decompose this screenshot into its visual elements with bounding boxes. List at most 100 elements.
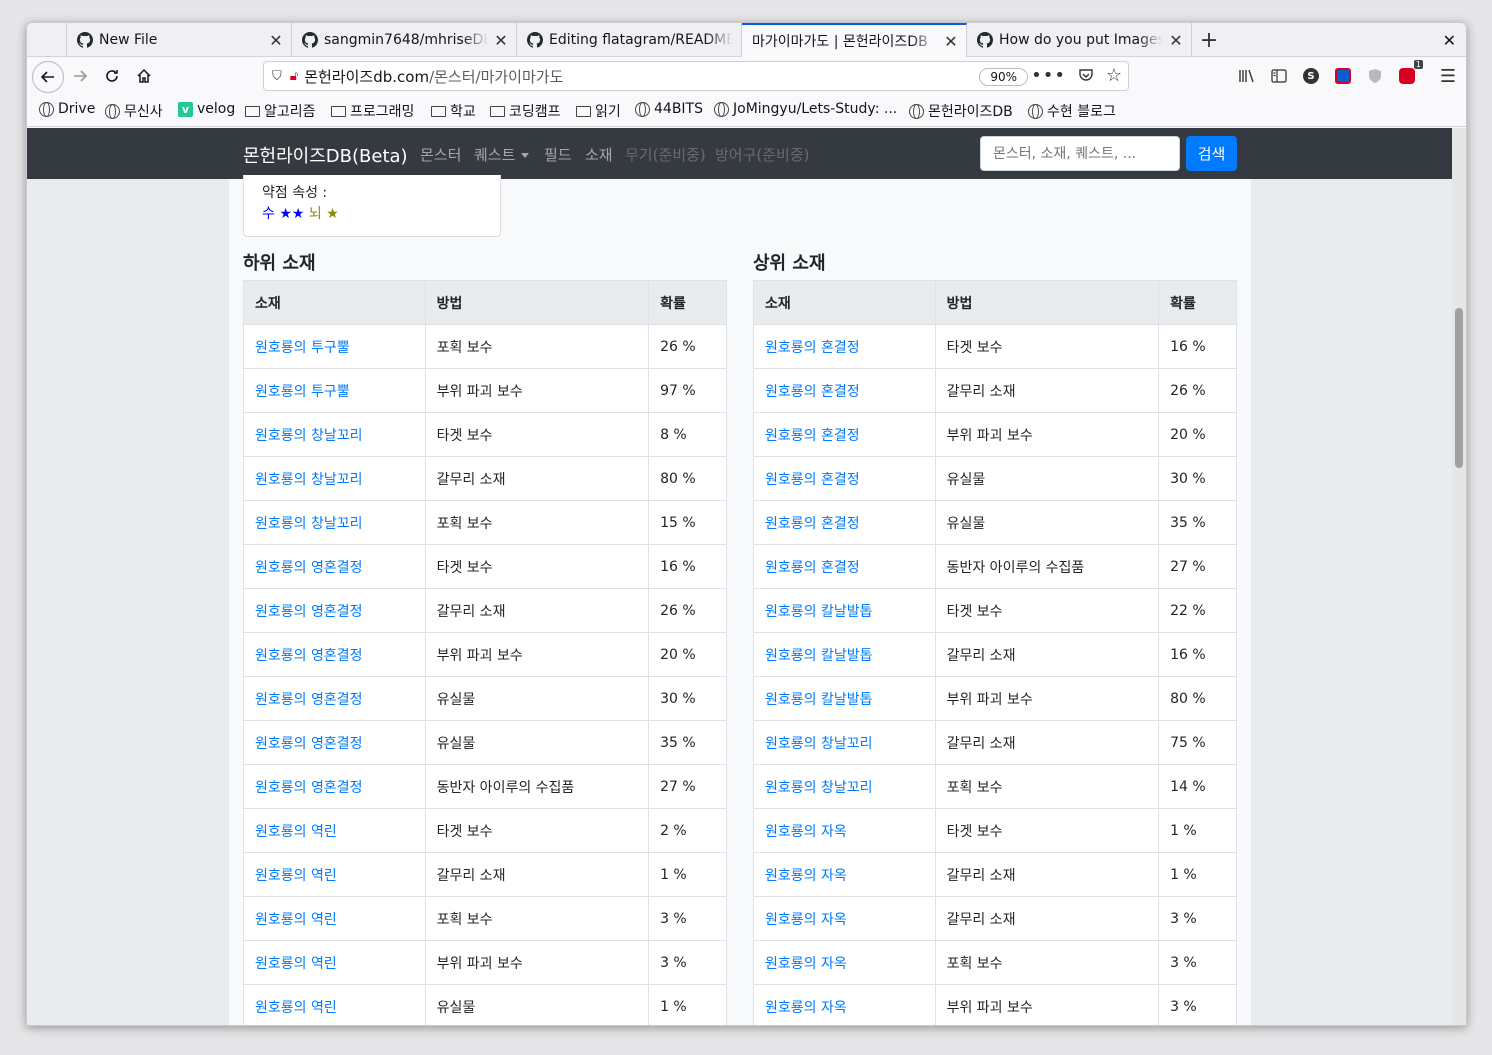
reload-button[interactable] [97,61,127,91]
site-search-button[interactable]: 검색 [1186,136,1237,171]
site-search-input[interactable] [980,136,1180,171]
bookmark-44bits[interactable]: 44BITS [635,101,703,117]
probability-cell: 14 % [1158,764,1237,809]
material-link[interactable]: 원호룡의 자옥 [753,984,936,1025]
more-actions-icon[interactable]: ••• [1031,65,1066,86]
tab-images-question[interactable]: How do you put Images on ✕ [967,23,1192,57]
material-link[interactable]: 원호룡의 창날꼬리 [243,412,426,457]
new-tab-button[interactable]: + [1197,23,1221,57]
close-icon[interactable]: ✕ [1169,31,1183,50]
probability-cell: 3 % [1158,984,1237,1025]
globe-icon [1028,103,1043,119]
bookmark-star-icon[interactable]: ☆ [1106,65,1122,86]
material-link[interactable]: 원호룡의 칼날발톱 [753,588,936,633]
bookmark-label: 몬헌라이즈DB [928,104,1013,120]
material-link[interactable]: 원호룡의 투구뿔 [243,368,426,413]
nav-material[interactable]: 소재 [585,144,613,165]
tab-editing-readme[interactable]: Editing flatagram/README [517,23,742,57]
extension-container-icon[interactable] [1332,65,1354,87]
bookmark-folder-school[interactable]: 학교 [431,101,476,121]
bookmark-drive[interactable]: Drive [39,101,95,117]
material-link[interactable]: 원호룡의 창날꼬리 [753,720,936,765]
bookmark-suhyun-blog[interactable]: 수현 블로그 [1028,101,1116,121]
material-link[interactable]: 원호룡의 혼결정 [753,324,936,369]
bookmark-velog[interactable]: v velog [178,101,235,117]
table-row: 원호룡의 칼날발톱 타겟 보수 22 % [753,588,1237,633]
col-material: 소재 [243,280,426,325]
material-link[interactable]: 원호룡의 역린 [243,984,426,1025]
browser-window: New File ✕ sangmin7648/mhriseDB ✕ Editin… [26,22,1467,1026]
material-link[interactable]: 원호룡의 영혼결정 [243,632,426,677]
close-icon[interactable]: ✕ [944,32,958,51]
material-link[interactable]: 원호룡의 창날꼬리 [753,764,936,809]
tab-new-file[interactable]: New File ✕ [67,23,292,57]
material-link[interactable]: 원호룡의 혼결정 [753,500,936,545]
material-link[interactable]: 원호룡의 투구뿔 [243,324,426,369]
material-link[interactable]: 원호룡의 영혼결정 [243,720,426,765]
lower-materials-table: 소재 방법 확률 원호룡의 투구뿔 포획 보수 26 % 원호룡의 투구뿔 부위 파괴 … [243,280,727,1025]
material-link[interactable]: 원호룡의 역린 [243,896,426,941]
url-bar[interactable]: ⛉ 🔓︎ 몬헌라이즈db.com/몬스터/마가이마가도 90% ••• ☆ [263,61,1129,91]
material-link[interactable]: 원호룡의 혼결정 [753,412,936,457]
sidebar-icon[interactable] [1268,65,1290,87]
nav-monster[interactable]: 몬스터 [420,144,461,165]
material-link[interactable]: 원호룡의 혼결정 [753,544,936,589]
bookmark-musinsa[interactable]: 무신사 [105,101,163,121]
material-link[interactable]: 원호룡의 창날꼬리 [243,500,426,545]
bookmark-lets-study[interactable]: JoMingyu/Lets-Study: ... [714,101,897,117]
tab-mhrisedb[interactable]: sangmin7648/mhriseDB ✕ [292,23,517,57]
insecure-lock-icon[interactable]: 🔓︎ [290,69,298,84]
nav-field[interactable]: 필드 [544,144,572,165]
shield-icon[interactable]: ⛉ [272,69,282,84]
scrollbar-thumb[interactable] [1455,308,1463,468]
globe-icon [714,101,729,117]
back-button[interactable] [32,61,64,93]
material-link[interactable]: 원호룡의 창날꼬리 [243,456,426,501]
bookmark-folder-reading[interactable]: 읽기 [576,101,621,121]
page-scrollbar[interactable] [1452,128,1466,1025]
material-link[interactable]: 원호룡의 자옥 [753,940,936,985]
close-icon[interactable]: ✕ [269,31,283,50]
bookmark-folder-algorithm[interactable]: 알고리즘 [245,101,316,121]
material-link[interactable]: 원호룡의 영혼결정 [243,764,426,809]
table-row: 원호룡의 칼날발톱 갈무리 소재 16 % [753,632,1237,677]
material-link[interactable]: 원호룡의 영혼결정 [243,588,426,633]
material-link[interactable]: 원호룡의 영혼결정 [243,676,426,721]
probability-cell: 1 % [648,984,727,1025]
probability-cell: 80 % [1158,676,1237,721]
material-link[interactable]: 원호룡의 역린 [243,940,426,985]
material-link[interactable]: 원호룡의 혼결정 [753,368,936,413]
col-probability: 확률 [648,280,727,325]
home-button[interactable] [129,61,159,91]
probability-cell: 8 % [648,412,727,457]
table-row: 원호룡의 역린 타겟 보수 2 % [243,808,727,853]
notification-extension-icon[interactable]: 1 [1396,60,1423,87]
material-link[interactable]: 원호룡의 칼날발톱 [753,632,936,677]
material-link[interactable]: 원호룡의 영혼결정 [243,544,426,589]
bookmark-folder-codingcamp[interactable]: 코딩캠프 [490,101,561,121]
site-brand[interactable]: 몬헌라이즈DB(Beta) [243,142,408,168]
material-link[interactable]: 원호룡의 역린 [243,808,426,853]
zoom-level[interactable]: 90% [979,68,1028,86]
material-link[interactable]: 원호룡의 역린 [243,852,426,897]
window-close-icon[interactable]: ✕ [1443,23,1456,57]
material-link[interactable]: 원호룡의 혼결정 [753,456,936,501]
bookmark-folder-programming[interactable]: 프로그래밍 [331,101,414,121]
github-icon [527,32,543,48]
pocket-icon[interactable] [1078,67,1094,87]
menu-icon[interactable]: ☰ [1437,65,1459,87]
material-link[interactable]: 원호룡의 칼날발톱 [753,676,936,721]
library-icon[interactable] [1236,65,1258,87]
close-icon[interactable]: ✕ [494,31,508,50]
bookmark-mhrisedb[interactable]: 몬헌라이즈DB [909,101,1013,121]
material-link[interactable]: 원호룡의 자옥 [753,852,936,897]
forward-button[interactable] [65,61,95,91]
tab-active-mhrisedb[interactable]: 마가이마가도 | 몬헌라이즈DB ✕ [742,23,967,57]
material-link[interactable]: 원호룡의 자옥 [753,896,936,941]
account-s-icon[interactable]: S [1300,65,1322,87]
arrow-left-icon [40,71,54,83]
nav-quest-dropdown[interactable]: 퀘스트 [474,144,530,165]
shield-extension-icon[interactable] [1364,65,1386,87]
method-cell: 부위 파괴 보수 [424,632,650,677]
material-link[interactable]: 원호룡의 자옥 [753,808,936,853]
